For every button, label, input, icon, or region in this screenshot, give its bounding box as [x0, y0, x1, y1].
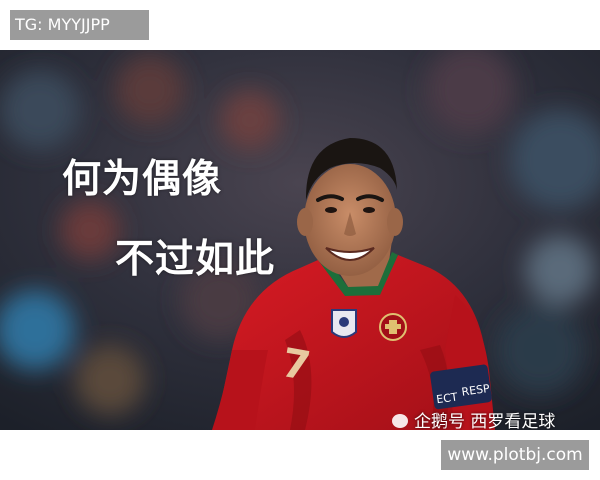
league-badge [331, 309, 357, 338]
top-watermark-tag: TG: MYYJJPP [10, 10, 149, 40]
player-photo: 7 ECT RESP 何为偶像 不过如此 企鹅号 西罗看足球 [0, 50, 600, 430]
left-eye [325, 207, 337, 213]
right-eye [363, 207, 375, 213]
meme-page: TG: MYYJJPP 7 ECT RESP 何为偶像 不过如此 企鹅号 西罗看… [0, 0, 600, 480]
player-photo-illustration: 7 ECT RESP [0, 50, 600, 430]
left-ear [297, 208, 313, 236]
wechat-bubble-icon [392, 414, 408, 428]
caption-line-1: 何为偶像 [62, 157, 223, 202]
bottom-url-tag: www.plotbj.com [441, 440, 589, 470]
federation-crest-icon [379, 313, 407, 341]
source-watermark: 企鹅号 西罗看足球 [392, 411, 555, 430]
source-watermark-text: 企鹅号 西罗看足球 [414, 412, 556, 430]
caption-line-2: 不过如此 [115, 237, 276, 282]
right-ear [387, 208, 403, 236]
